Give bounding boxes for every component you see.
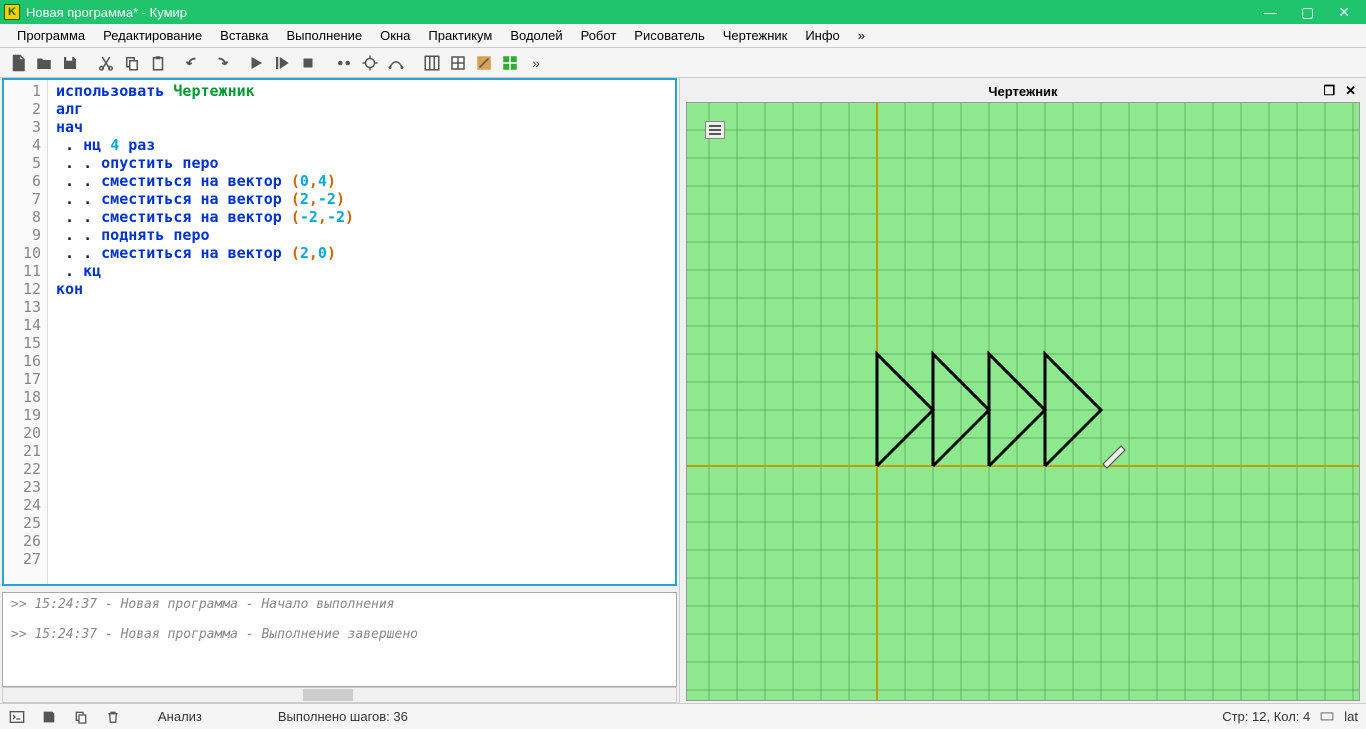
minimize-button[interactable]: — xyxy=(1263,4,1277,21)
sb-terminal-icon[interactable] xyxy=(8,708,26,726)
drawing-pane: Чертежник ❐ ✕ xyxy=(680,78,1366,703)
close-button[interactable]: ✕ xyxy=(1338,4,1350,21)
restore-panel-icon[interactable]: ❐ xyxy=(1323,83,1335,99)
panel-4-icon[interactable] xyxy=(498,51,522,75)
panel-3-icon[interactable] xyxy=(472,51,496,75)
menu-Инфо[interactable]: Инфо xyxy=(796,26,848,45)
menu-Редактирование[interactable]: Редактирование xyxy=(94,26,211,45)
run-icon[interactable] xyxy=(244,51,268,75)
output-console[interactable]: >> 15:24:37 - Новая программа - Начало в… xyxy=(2,592,677,687)
drawing-svg xyxy=(687,103,1359,700)
maximize-button[interactable]: ▢ xyxy=(1301,4,1314,21)
menu-Водолей[interactable]: Водолей xyxy=(501,26,571,45)
menu-Рисователь[interactable]: Рисователь xyxy=(625,26,713,45)
actor-1-icon[interactable] xyxy=(332,51,356,75)
drawing-canvas[interactable] xyxy=(686,102,1360,701)
menu-Выполнение[interactable]: Выполнение xyxy=(277,26,371,45)
stop-icon[interactable] xyxy=(296,51,320,75)
editor-pane: 1234567891011121314151617181920212223242… xyxy=(0,78,680,703)
sb-save-icon[interactable] xyxy=(40,708,58,726)
sb-trash-icon[interactable] xyxy=(104,708,122,726)
close-panel-icon[interactable]: ✕ xyxy=(1345,83,1356,99)
drawing-panel-title: Чертежник ❐ ✕ xyxy=(686,80,1360,102)
copy-icon[interactable] xyxy=(120,51,144,75)
menu-Чертежник[interactable]: Чертежник xyxy=(714,26,797,45)
canvas-menu-icon[interactable] xyxy=(705,121,725,139)
new-file-icon[interactable] xyxy=(6,51,30,75)
sb-analysis-label[interactable]: Анализ xyxy=(158,709,202,724)
undo-icon[interactable] xyxy=(182,51,206,75)
sb-copy-icon[interactable] xyxy=(72,708,90,726)
menu-Практикум[interactable]: Практикум xyxy=(419,26,501,45)
panel-1-icon[interactable] xyxy=(420,51,444,75)
actor-3-icon[interactable] xyxy=(384,51,408,75)
toolbar-overflow[interactable]: » xyxy=(524,51,548,75)
toolbar: » xyxy=(0,48,1366,78)
redo-icon[interactable] xyxy=(208,51,232,75)
sb-lang-label[interactable]: lat xyxy=(1344,709,1358,724)
sb-keyboard-icon[interactable] xyxy=(1318,708,1336,726)
statusbar: Анализ Выполнено шагов: 36 Стр: 12, Кол:… xyxy=(0,703,1366,729)
save-file-icon[interactable] xyxy=(58,51,82,75)
cut-icon[interactable] xyxy=(94,51,118,75)
code-area[interactable]: использовать Чертежникалгнач . нц 4 раз … xyxy=(48,80,675,584)
code-editor[interactable]: 1234567891011121314151617181920212223242… xyxy=(2,78,677,586)
panel-2-icon[interactable] xyxy=(446,51,470,75)
app-logo: K xyxy=(4,4,20,20)
paste-icon[interactable] xyxy=(146,51,170,75)
open-file-icon[interactable] xyxy=(32,51,56,75)
sb-cursor-pos: Стр: 12, Кол: 4 xyxy=(1222,709,1310,724)
window-title: Новая программа* - Кумир xyxy=(26,5,1263,20)
titlebar: K Новая программа* - Кумир — ▢ ✕ xyxy=(0,0,1366,24)
menu-»[interactable]: » xyxy=(849,26,874,45)
sb-steps-label: Выполнено шагов: 36 xyxy=(278,709,408,724)
step-icon[interactable] xyxy=(270,51,294,75)
horizontal-scrollbar[interactable] xyxy=(2,687,677,703)
menu-Окна[interactable]: Окна xyxy=(371,26,419,45)
actor-2-icon[interactable] xyxy=(358,51,382,75)
menubar: ПрограммаРедактированиеВставкаВыполнение… xyxy=(0,24,1366,48)
line-gutter: 1234567891011121314151617181920212223242… xyxy=(4,80,48,584)
menu-Робот[interactable]: Робот xyxy=(572,26,626,45)
menu-Вставка[interactable]: Вставка xyxy=(211,26,277,45)
menu-Программа[interactable]: Программа xyxy=(8,26,94,45)
